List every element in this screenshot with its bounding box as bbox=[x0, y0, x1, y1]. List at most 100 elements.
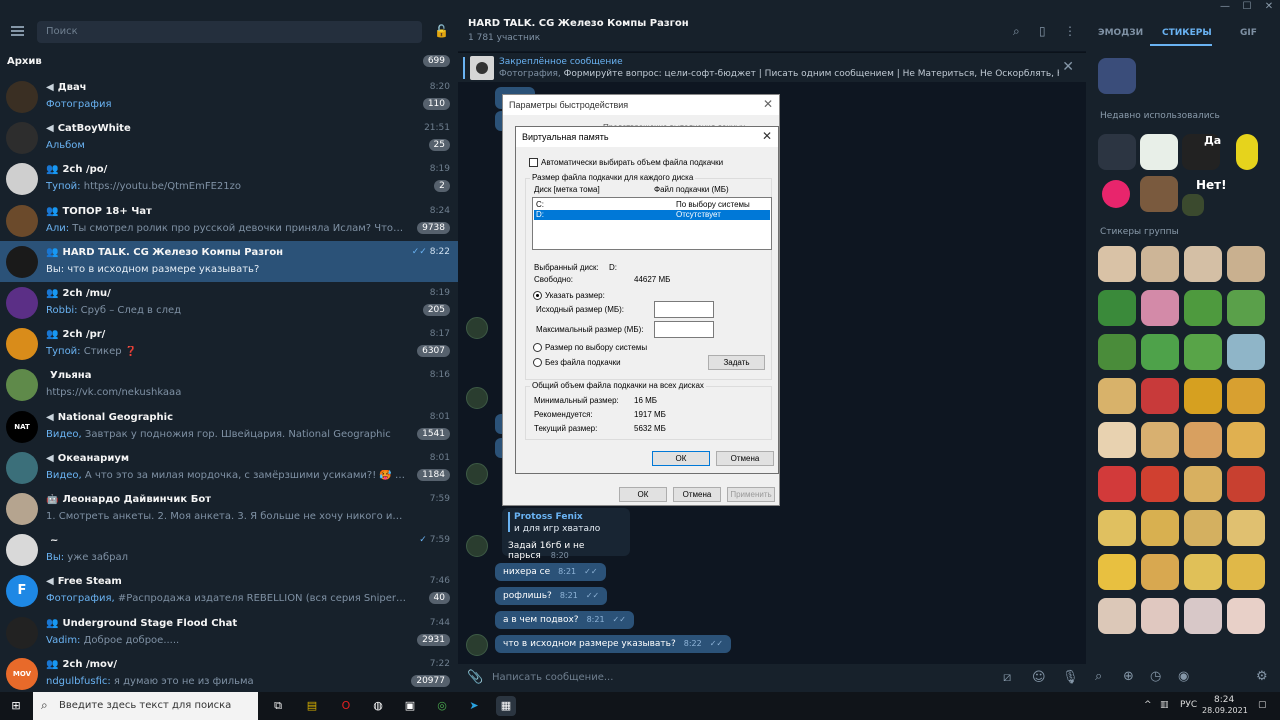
sticker[interactable] bbox=[1098, 510, 1136, 546]
avatar[interactable] bbox=[466, 535, 488, 557]
sticker[interactable] bbox=[1184, 510, 1222, 546]
sticker[interactable] bbox=[1227, 334, 1265, 370]
opera-icon[interactable]: O bbox=[336, 696, 356, 716]
sticker[interactable] bbox=[1141, 246, 1179, 282]
close-icon[interactable]: ✕ bbox=[1258, 0, 1280, 14]
system-settings-icon[interactable]: ▦ bbox=[496, 696, 516, 716]
recent-icon[interactable]: ◷ bbox=[1150, 669, 1161, 684]
incoming-message[interactable]: Protoss Fenix и для игр хватало Задай 16… bbox=[502, 508, 630, 561]
chat-list-item[interactable]: 👥 2ch /po/Тупой: https://youtu.be/QtmEmFE… bbox=[0, 158, 458, 199]
sticker[interactable] bbox=[1227, 510, 1265, 546]
pinned-message-bar[interactable]: Закреплённое сообщение Фотография, Форми… bbox=[458, 52, 1086, 82]
sticker[interactable] bbox=[1227, 422, 1265, 458]
sticker[interactable] bbox=[1182, 194, 1204, 216]
outgoing-message[interactable]: рофлишь? 8:21 ✓✓ bbox=[495, 587, 608, 605]
sticker[interactable] bbox=[1184, 290, 1222, 326]
sticker[interactable] bbox=[1141, 290, 1179, 326]
sticker[interactable] bbox=[1141, 554, 1179, 590]
maximize-icon[interactable]: ☐ bbox=[1236, 0, 1258, 14]
chat-list-item[interactable]: ◀ Двач Фотография 8:20 110 bbox=[0, 76, 458, 117]
sticker[interactable] bbox=[1098, 290, 1136, 326]
sticker[interactable] bbox=[1098, 246, 1136, 282]
minimize-icon[interactable]: — bbox=[1214, 0, 1236, 14]
archive-row[interactable]: Архив 699 bbox=[0, 52, 458, 72]
tray-chevron-icon[interactable]: ^ bbox=[1144, 700, 1152, 710]
chat-list-item[interactable]: 👥 ТОПОР 18+ Чат Али: Ты смотрел ролик про … bbox=[0, 200, 458, 241]
sticker[interactable] bbox=[1140, 176, 1178, 212]
clock-date[interactable]: 28.09.2021 bbox=[1202, 706, 1248, 715]
sticker[interactable] bbox=[1098, 334, 1136, 370]
initial-size-input[interactable] bbox=[654, 301, 714, 318]
max-size-input[interactable] bbox=[654, 321, 714, 338]
start-icon[interactable]: ⊞ bbox=[6, 696, 26, 716]
sticker-set-icon[interactable]: ◉ bbox=[1178, 669, 1189, 684]
chat-list-item[interactable]: ~ Вы: уже забрал ✓ 7:59 bbox=[0, 529, 458, 570]
sticker[interactable] bbox=[1098, 554, 1136, 590]
chrome-icon[interactable]: ◎ bbox=[432, 696, 452, 716]
sticker[interactable] bbox=[1141, 466, 1179, 502]
chat-list-item[interactable]: 👥 2ch /pr/Тупой: Стикер ❓ 8:17 6307 bbox=[0, 323, 458, 364]
sticker[interactable] bbox=[1184, 598, 1222, 634]
search-icon[interactable]: ⌕ bbox=[1095, 669, 1102, 684]
tab-stickers[interactable]: СТИКЕРЫ bbox=[1162, 28, 1212, 38]
sticker[interactable] bbox=[1098, 134, 1136, 170]
sticker[interactable] bbox=[1141, 378, 1179, 414]
chat-list-item[interactable]: ◀ Океанариум Видео, А что это за милая мор… bbox=[0, 447, 458, 488]
emoji-icon[interactable]: ☺ bbox=[1032, 670, 1046, 685]
sticker[interactable] bbox=[1227, 554, 1265, 590]
disk-row-c[interactable]: C: По выбору системы bbox=[534, 200, 770, 210]
sticker[interactable] bbox=[1227, 290, 1265, 326]
auto-pagefile-checkbox[interactable] bbox=[529, 158, 538, 167]
custom-size-radio[interactable] bbox=[533, 291, 542, 300]
chat-list-item[interactable]: F ◀ Free Steam Фотография, #Распродажа изда… bbox=[0, 570, 458, 611]
sidebar-toggle-icon[interactable]: ▯ bbox=[1039, 24, 1046, 38]
sticker[interactable] bbox=[1236, 134, 1258, 170]
sticker[interactable] bbox=[1141, 598, 1179, 634]
lock-icon[interactable]: 🔓 bbox=[434, 24, 449, 38]
sticker[interactable] bbox=[1184, 422, 1222, 458]
no-pagefile-radio[interactable] bbox=[533, 358, 542, 367]
sticker[interactable] bbox=[1140, 134, 1178, 170]
close-pinned-icon[interactable]: ✕ bbox=[1062, 59, 1074, 75]
sticker[interactable] bbox=[1227, 378, 1265, 414]
chat-list-item[interactable]: 👥 Underground Stage Flood Chat Vadim: Добр… bbox=[0, 612, 458, 653]
taskbar-search[interactable]: ⌕ Введите здесь текст для поиска bbox=[33, 692, 258, 720]
sticker[interactable] bbox=[1184, 554, 1222, 590]
sticker[interactable] bbox=[1098, 598, 1136, 634]
sticker[interactable] bbox=[1141, 510, 1179, 546]
telegram-icon[interactable]: ➤ bbox=[464, 696, 484, 716]
network-icon[interactable]: ▥ bbox=[1160, 700, 1169, 710]
avatar[interactable] bbox=[466, 463, 488, 485]
close-icon[interactable]: ✕ bbox=[762, 129, 772, 143]
avatar[interactable] bbox=[466, 387, 488, 409]
search-input[interactable]: Поиск bbox=[37, 21, 422, 43]
chat-list-item[interactable]: 🤖 Леонардо Дайвинчик Бот 1. Смотреть анкет… bbox=[0, 488, 458, 529]
sticker[interactable] bbox=[1098, 466, 1136, 502]
avatar[interactable] bbox=[466, 317, 488, 339]
sticker[interactable] bbox=[1098, 58, 1136, 94]
keyboard-language[interactable]: РУС bbox=[1180, 700, 1197, 710]
sticker[interactable] bbox=[1141, 422, 1179, 458]
microphone-icon[interactable]: 🎙 bbox=[1062, 670, 1079, 685]
tab-emoji[interactable]: ЭМОДЗИ bbox=[1098, 28, 1143, 38]
add-sticker-icon[interactable]: ⊕ bbox=[1123, 669, 1134, 684]
set-button[interactable]: Задать bbox=[708, 355, 765, 370]
chat-list-item[interactable]: Ульяна https://vk.com/nekushkaaa 8:16 bbox=[0, 364, 458, 405]
avatar[interactable] bbox=[466, 634, 488, 656]
chat-list-item[interactable]: NAT GEO ◀National Geographic Видео, Завтра… bbox=[0, 406, 458, 447]
more-icon[interactable]: ⋮ bbox=[1064, 24, 1076, 38]
sticker[interactable] bbox=[1184, 466, 1222, 502]
task-view-icon[interactable]: ⧉ bbox=[268, 696, 288, 716]
sticker[interactable] bbox=[1227, 598, 1265, 634]
sticker[interactable] bbox=[1184, 378, 1222, 414]
chat-list-item[interactable]: MOV 👥 2ch /mov/ndgulbfusfic: я думаю это н… bbox=[0, 653, 458, 692]
app-icon[interactable]: ▣ bbox=[400, 696, 420, 716]
attach-icon[interactable]: 📎 bbox=[467, 670, 483, 685]
search-icon[interactable]: ⌕ bbox=[1013, 24, 1020, 39]
menu-icon[interactable] bbox=[11, 26, 24, 36]
sticker[interactable] bbox=[1141, 334, 1179, 370]
sticker[interactable] bbox=[1098, 378, 1136, 414]
outgoing-message[interactable]: а в чем подвох? 8:21 ✓✓ bbox=[495, 611, 634, 629]
chat-list-item[interactable]: 👥 HARD TALK. CG Железо Компы Разгон Вы: чт… bbox=[0, 240, 458, 282]
ok-button[interactable]: ОК bbox=[652, 451, 710, 466]
